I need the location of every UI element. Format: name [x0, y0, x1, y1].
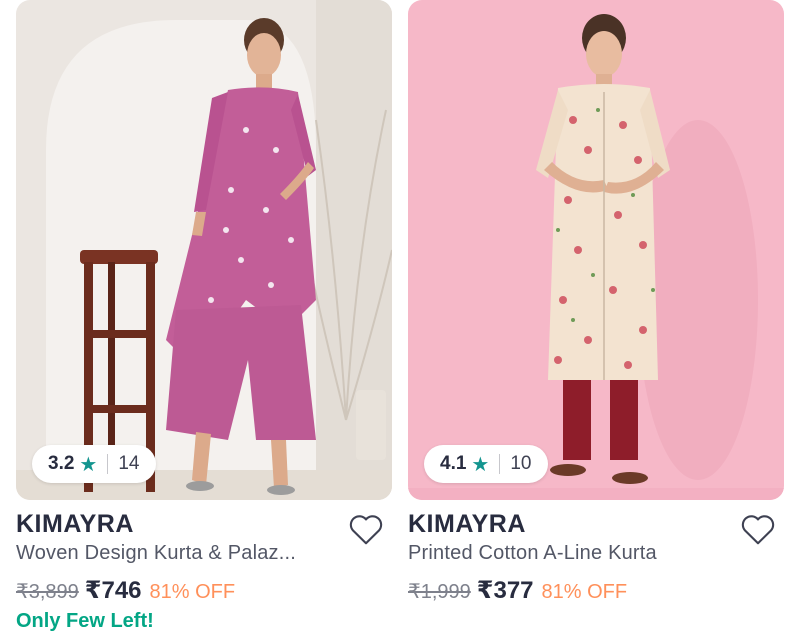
product-brand[interactable]: KIMAYRA: [16, 510, 134, 539]
star-icon: ★: [79, 453, 98, 476]
star-icon: ★: [471, 453, 490, 476]
product-title[interactable]: Woven Design Kurta & Palaz...: [16, 542, 296, 565]
rating-divider: [499, 454, 501, 474]
selling-price: ₹377: [476, 577, 534, 604]
original-price: ₹1,999: [408, 581, 471, 603]
product-image-1[interactable]: [16, 0, 392, 500]
stock-note: Only Few Left!: [16, 610, 154, 632]
price-row: ₹1,999 ₹377 81% OFF: [408, 576, 627, 605]
heart-outline-icon[interactable]: [348, 512, 384, 546]
product-image-2[interactable]: [408, 0, 784, 500]
discount-label: 81% OFF: [541, 581, 628, 603]
rating-count: 10: [510, 453, 532, 474]
rating-count: 14: [118, 453, 140, 474]
selling-price: ₹746: [84, 577, 142, 604]
heart-outline-icon[interactable]: [740, 512, 776, 546]
product-card-2[interactable]: 4.1 ★ 10 KIMAYRA Printed Cotton A-Line K…: [408, 0, 784, 644]
rating-divider: [107, 454, 109, 474]
rating-value: 3.2: [48, 453, 75, 474]
original-price: ₹3,899: [16, 581, 79, 603]
product-card-1[interactable]: 3.2 ★ 14 KIMAYRA Woven Design Kurta & Pa…: [16, 0, 392, 644]
rating-badge: 3.2 ★ 14: [32, 445, 156, 483]
price-row: ₹3,899 ₹746 81% OFF: [16, 576, 235, 605]
product-title[interactable]: Printed Cotton A-Line Kurta: [408, 542, 657, 565]
rating-value: 4.1: [440, 453, 467, 474]
rating-badge: 4.1 ★ 10: [424, 445, 548, 483]
discount-label: 81% OFF: [149, 581, 236, 603]
product-brand[interactable]: KIMAYRA: [408, 510, 526, 539]
